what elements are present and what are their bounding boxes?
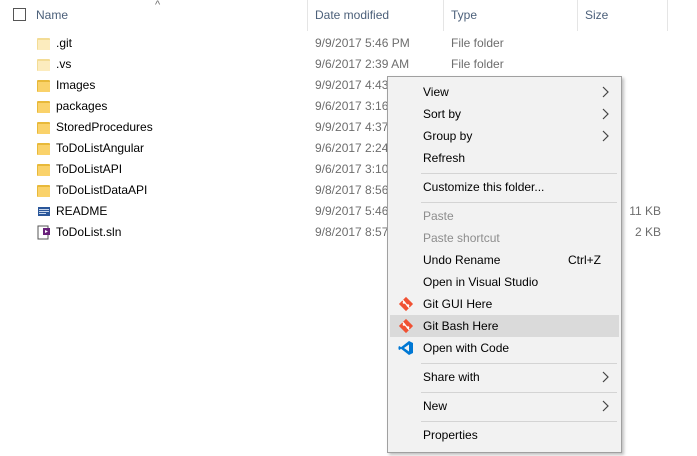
column-size[interactable]: Size	[585, 0, 608, 31]
git-icon	[398, 296, 414, 312]
menu-item-git-gui-here[interactable]: Git GUI Here	[390, 293, 619, 315]
menu-item-label: Git GUI Here	[423, 297, 493, 311]
column-divider[interactable]	[443, 0, 444, 31]
file-row[interactable]: .git 9/9/2017 5:46 PM File folder	[0, 33, 697, 54]
menu-separator	[421, 202, 617, 203]
file-name: .vs	[56, 57, 72, 71]
menu-item-label: Sort by	[423, 107, 462, 121]
menu-item-label: Customize this folder...	[423, 180, 545, 194]
file-date: 9/6/2017 2:24	[315, 141, 389, 155]
menu-item-open-with-code[interactable]: Open with Code	[390, 337, 619, 359]
menu-item-customize-folder[interactable]: Customize this folder...	[390, 176, 619, 198]
file-date: 9/6/2017 2:39 AM	[315, 57, 410, 71]
git-icon	[398, 318, 414, 334]
file-name: Images	[56, 78, 96, 92]
menu-separator	[421, 173, 617, 174]
menu-item-undo-rename[interactable]: Undo Rename Ctrl+Z	[390, 249, 619, 271]
column-type[interactable]: Type	[451, 0, 477, 31]
markdown-file-icon	[38, 207, 50, 216]
folder-icon	[37, 101, 50, 113]
vscode-icon	[398, 341, 413, 355]
file-name: .git	[56, 36, 73, 50]
file-name: ToDoListAPI	[56, 162, 123, 176]
menu-item-view[interactable]: View	[390, 81, 619, 103]
file-date: 9/8/2017 8:56	[315, 183, 389, 197]
file-date: 9/6/2017 3:16	[315, 99, 389, 113]
folder-icon	[37, 59, 50, 71]
menu-item-label: Open with Code	[423, 341, 510, 355]
file-name: README	[56, 204, 108, 218]
menu-item-label: Paste shortcut	[423, 231, 500, 245]
menu-item-label: Open in Visual Studio	[423, 275, 539, 289]
column-divider[interactable]	[307, 0, 308, 31]
folder-icon	[37, 164, 50, 176]
file-name: ToDoListDataAPI	[56, 183, 148, 197]
file-date: 9/9/2017 5:46	[315, 204, 389, 218]
menu-item-label: Refresh	[423, 151, 466, 165]
chevron-right-icon	[602, 86, 609, 98]
file-name: ToDoList.sln	[56, 225, 122, 239]
context-menu: View Sort by Group by Refresh Customize …	[387, 76, 622, 453]
chevron-right-icon	[602, 371, 609, 383]
chevron-right-icon	[602, 130, 609, 142]
file-type: File folder	[451, 36, 504, 50]
menu-separator	[421, 421, 617, 422]
file-size: 2 KB	[634, 225, 661, 239]
column-divider[interactable]	[667, 0, 668, 31]
file-name: StoredProcedures	[56, 120, 153, 134]
menu-item-properties[interactable]: Properties	[390, 424, 619, 446]
file-date: 9/9/2017 4:43	[315, 78, 389, 92]
menu-item-git-bash-here[interactable]: Git Bash Here	[390, 315, 619, 337]
menu-item-label: View	[423, 85, 449, 99]
file-date: 9/9/2017 4:37	[315, 120, 389, 134]
column-divider[interactable]	[577, 0, 578, 31]
menu-item-label: Share with	[423, 370, 480, 384]
file-size: 11 KB	[629, 204, 661, 218]
sort-ascending-icon: ^	[155, 0, 161, 11]
file-date: 9/9/2017 5:46 PM	[315, 36, 410, 50]
folder-icon	[37, 122, 50, 134]
visual-studio-solution-icon	[37, 225, 50, 240]
file-row[interactable]: .vs 9/6/2017 2:39 AM File folder	[0, 54, 697, 75]
column-name[interactable]: Name	[36, 0, 68, 31]
chevron-right-icon	[602, 108, 609, 120]
column-date-modified[interactable]: Date modified	[315, 0, 389, 31]
menu-item-new[interactable]: New	[390, 395, 619, 417]
menu-separator	[421, 392, 617, 393]
select-all-checkbox[interactable]	[13, 8, 26, 21]
menu-item-share-with[interactable]: Share with	[390, 366, 619, 388]
menu-item-label: Group by	[423, 129, 473, 143]
menu-item-paste-shortcut[interactable]: Paste shortcut	[390, 227, 619, 249]
file-name: packages	[56, 99, 108, 113]
file-name: ToDoListAngular	[56, 141, 145, 155]
column-header: ^ Name Date modified Type Size	[0, 0, 697, 31]
folder-icon	[37, 185, 50, 197]
menu-item-open-in-visual-studio[interactable]: Open in Visual Studio	[390, 271, 619, 293]
chevron-right-icon	[602, 400, 609, 412]
keyboard-shortcut: Ctrl+Z	[568, 253, 601, 267]
file-date: 9/6/2017 3:10	[315, 162, 389, 176]
menu-item-label: Undo Rename	[423, 253, 501, 267]
menu-item-sort-by[interactable]: Sort by	[390, 103, 619, 125]
file-date: 9/8/2017 8:57	[315, 225, 389, 239]
folder-icon	[37, 80, 50, 92]
file-type: File folder	[451, 57, 504, 71]
menu-item-label: New	[423, 399, 448, 413]
menu-item-label: Properties	[423, 428, 478, 442]
folder-icon	[37, 143, 50, 155]
menu-item-paste[interactable]: Paste	[390, 205, 619, 227]
menu-item-label: Git Bash Here	[423, 319, 499, 333]
menu-separator	[421, 363, 617, 364]
menu-item-refresh[interactable]: Refresh	[390, 147, 619, 169]
menu-item-group-by[interactable]: Group by	[390, 125, 619, 147]
folder-icon	[37, 38, 50, 50]
menu-item-label: Paste	[423, 209, 454, 223]
